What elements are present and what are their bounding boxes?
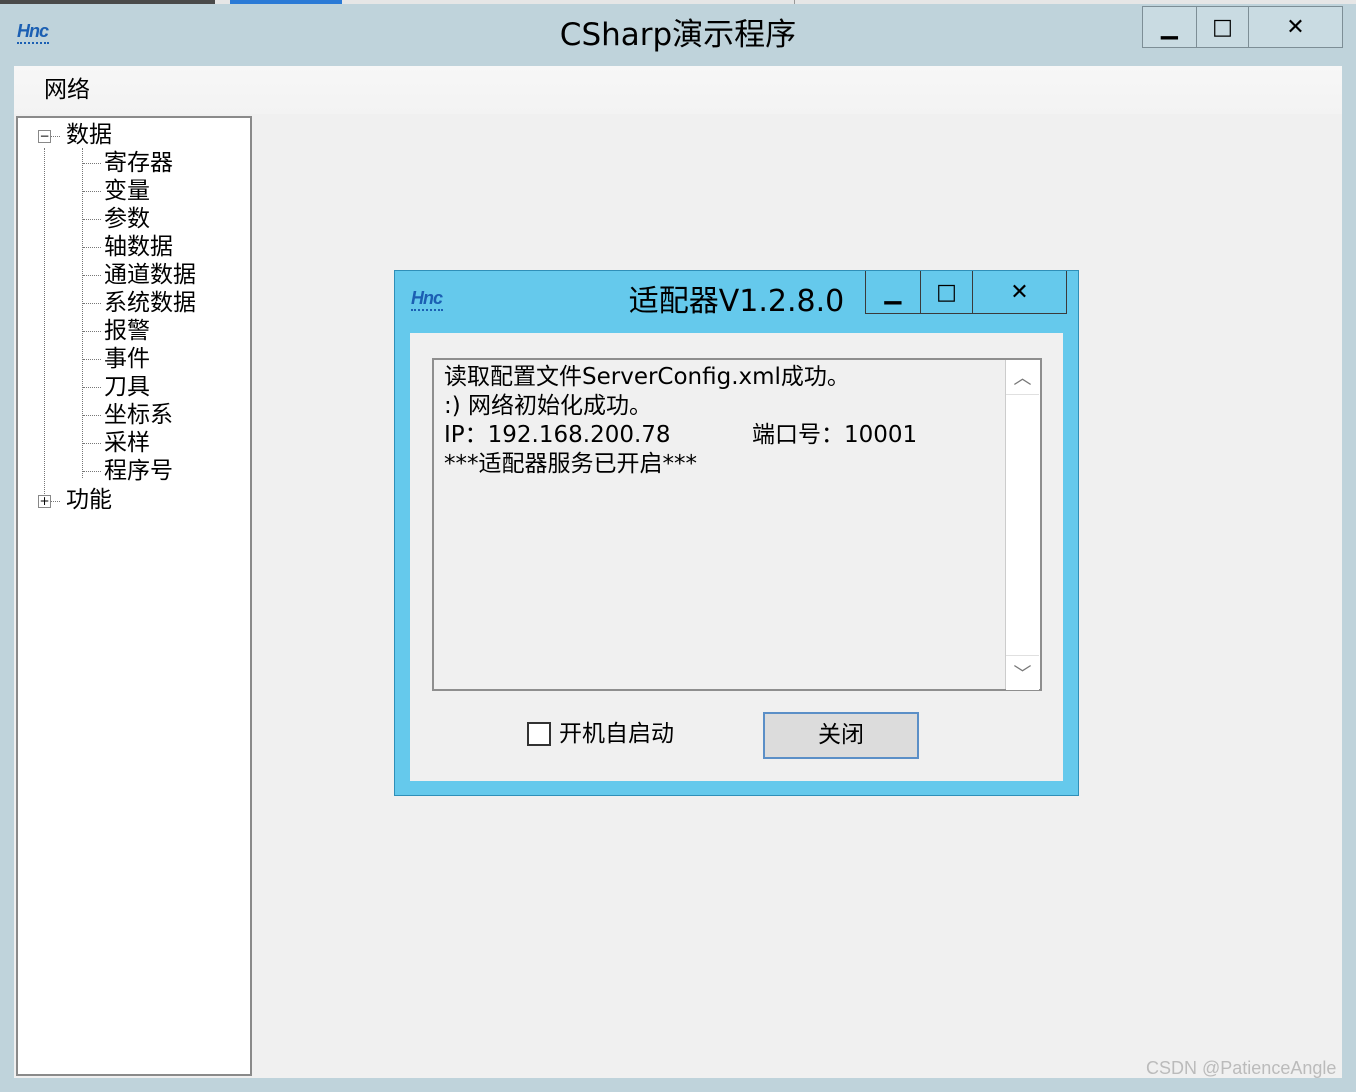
tree-view[interactable]: − 数据 + 功能 寄存器 变量 参数 轴数据 通道数据 系统数据 报警 事件 刀具 坐标系 采样程… [16,116,252,1076]
expand-icon[interactable]: + [38,495,51,508]
tree-node-child[interactable]: 程序号 [104,457,173,485]
scroll-down-icon[interactable]: ﹀ [1006,655,1039,690]
log-line: IP：192.168.200.78 [444,422,671,448]
log-textbox[interactable]: 读取配置文件ServerConfig.xml成功。 :) 网络初始化成功。 IP… [432,358,1042,691]
minimize-button[interactable]: ▁ [1143,7,1197,47]
tree-node-child[interactable]: 事件 [104,345,150,373]
tree-connector [83,247,101,248]
maximize-icon: □ [936,279,957,305]
dialog-body: 读取配置文件ServerConfig.xml成功。 :) 网络初始化成功。 IP… [410,333,1063,781]
tree-connector [83,163,101,164]
tree-connector [50,136,60,137]
tree-connector [83,191,101,192]
close-button[interactable]: 关闭 [763,712,919,759]
tree-connector [83,443,101,444]
tree-node-child[interactable]: 报警 [104,317,150,345]
tree-connector [83,303,101,304]
autostart-checkbox[interactable] [527,722,551,746]
dialog-close-button[interactable]: ✕ [973,271,1066,313]
close-icon: ✕ [1010,279,1029,305]
tree-root-line [44,148,45,498]
adapter-dialog: Hnc 适配器V1.2.8.0 ▁ □ ✕ 读取配置文件ServerConfig… [394,270,1079,796]
autostart-label: 开机自启动 [559,721,674,747]
minimize-icon: ▁ [1161,14,1178,40]
tree-node-child[interactable]: 坐标系 [104,401,173,429]
tree-connector [83,387,101,388]
scroll-up-icon[interactable]: ︿ [1006,360,1039,395]
close-icon: ✕ [1286,14,1305,40]
maximize-icon: □ [1212,14,1233,40]
minimize-icon: ▁ [884,279,902,305]
tree-connector [83,359,101,360]
window-controls: ▁ □ ✕ [1142,6,1343,48]
tree-connector [50,501,60,502]
tree-connector [83,415,101,416]
dialog-window-controls: ▁ □ ✕ [865,271,1067,314]
autostart-option[interactable]: 开机自启动 [527,720,674,748]
tree-node-child[interactable]: 轴数据 [104,233,173,261]
log-line: 读取配置文件ServerConfig.xml成功。 [444,364,850,390]
tree-node-child[interactable]: 系统数据 [104,289,196,317]
tree-connector [83,471,101,472]
tree-connector [83,331,101,332]
dialog-maximize-button[interactable]: □ [921,271,973,313]
log-port: 端口号：10001 [752,422,918,448]
menu-bar: 网络 [14,66,1342,114]
close-window-button[interactable]: ✕ [1249,7,1342,47]
log-line: :) 网络初始化成功。 [444,393,653,419]
tree-node-child[interactable]: 采样 [104,429,150,457]
tree-node-child[interactable]: 变量 [104,177,150,205]
log-scrollbar[interactable]: ︿ ﹀ [1005,360,1040,690]
watermark: CSDN @PatienceAngle [1146,1058,1337,1078]
tree-connector [83,219,101,220]
maximize-button[interactable]: □ [1197,7,1249,47]
tree-child-line [82,148,83,478]
collapse-icon[interactable]: − [38,130,51,143]
tree-node-child[interactable]: 刀具 [104,373,150,401]
tree-connector [83,275,101,276]
dialog-minimize-button[interactable]: ▁ [866,271,921,313]
tree-node-data[interactable]: 数据 [66,121,112,149]
tree-node-functions[interactable]: 功能 [66,486,112,514]
tree-node-child[interactable]: 通道数据 [104,261,196,289]
tree-node-child[interactable]: 参数 [104,205,150,233]
log-line: ***适配器服务已开启*** [444,451,697,477]
tree-node-child[interactable]: 寄存器 [104,149,173,177]
menu-network[interactable]: 网络 [44,76,90,104]
